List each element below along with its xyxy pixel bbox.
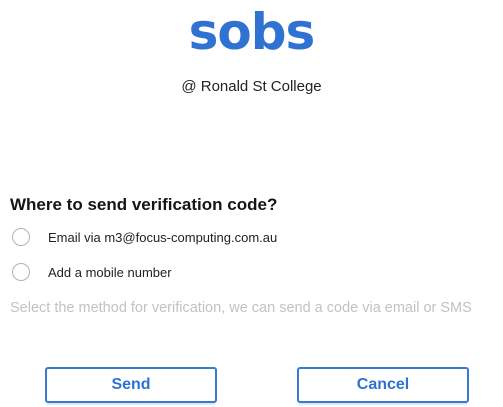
option-email[interactable]: Email via m3@focus-computing.com.au — [12, 228, 277, 246]
school-name: @ Ronald St College — [181, 78, 322, 95]
verification-heading: Where to send verification code? — [10, 195, 278, 214]
send-button-shadow — [47, 403, 215, 406]
option-mobile-label: Add a mobile number — [48, 264, 172, 280]
verification-hint: Select the method for verification, we c… — [10, 300, 472, 316]
email-radio-button[interactable] — [12, 228, 30, 246]
option-mobile[interactable]: Add a mobile number — [12, 263, 172, 281]
send-button[interactable]: Send — [45, 367, 217, 403]
cancel-button[interactable]: Cancel — [297, 367, 469, 403]
option-email-label: Email via m3@focus-computing.com.au — [48, 229, 278, 245]
mobile-radio-button[interactable] — [12, 263, 30, 281]
sobs-logo: sobs — [188, 3, 316, 61]
cancel-button-shadow — [299, 403, 467, 406]
